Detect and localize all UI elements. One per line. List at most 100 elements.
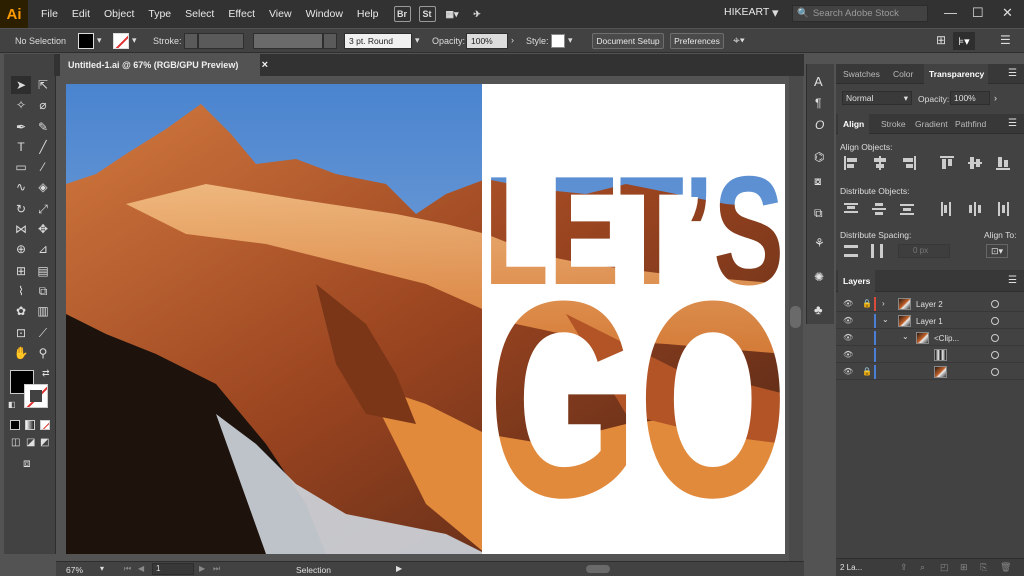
opacity-label[interactable]: Opacity: <box>432 36 465 46</box>
draw-behind-icon[interactable]: ◪ <box>26 437 35 448</box>
horizontal-scroll-thumb[interactable] <box>586 565 610 573</box>
layer-name[interactable]: Layer 2 <box>916 300 943 309</box>
appearance-panel-icon[interactable]: ⌬ <box>814 150 824 164</box>
last-artboard-icon[interactable]: ⏭ <box>213 564 220 574</box>
fill-swatch[interactable] <box>78 33 94 49</box>
vertical-scroll-thumb[interactable] <box>790 306 801 328</box>
menu-view[interactable]: View <box>262 8 299 20</box>
menu-effect[interactable]: Effect <box>221 8 262 20</box>
stroke-dropdown-icon[interactable]: ▾ <box>132 35 137 46</box>
align-left-edge-icon[interactable] <box>844 156 860 170</box>
arrange-icon[interactable]: ⊞ <box>936 33 946 47</box>
locate-object-icon[interactable]: ⌕ <box>920 562 925 573</box>
align-menu-icon[interactable]: ☰ <box>1008 118 1017 129</box>
artboards-panel-icon[interactable]: ⧉ <box>814 206 823 221</box>
tab-align[interactable]: Align <box>838 114 870 134</box>
artboard-tool-icon[interactable]: ⊡ <box>11 324 31 342</box>
visibility-eye-icon[interactable]: 👁 <box>843 316 853 325</box>
tab-layers[interactable]: Layers <box>838 270 876 292</box>
menu-type[interactable]: Type <box>141 8 178 20</box>
layer-name[interactable]: Layer 1 <box>916 317 943 326</box>
visibility-eye-icon[interactable]: 👁 <box>843 333 853 342</box>
width-tool-icon[interactable]: ⋈ <box>11 220 31 238</box>
tab-swatches[interactable]: Swatches <box>838 64 885 84</box>
distribute-bottom-icon[interactable] <box>900 202 916 216</box>
collect-export-icon[interactable]: ⇪ <box>900 562 908 573</box>
line-tool-icon[interactable]: ╱ <box>33 138 53 156</box>
stroke-weight-stepper[interactable] <box>184 33 198 49</box>
tab-gradient[interactable]: Gradient <box>910 114 953 134</box>
symbols-panel-icon[interactable]: ♣ <box>814 302 823 317</box>
target-circle-icon[interactable] <box>991 334 999 342</box>
delete-layer-icon[interactable]: 🗑 <box>1000 562 1011 573</box>
distribute-right-icon[interactable] <box>996 202 1012 216</box>
make-clipping-mask-icon[interactable]: ◰ <box>940 562 949 573</box>
menu-edit[interactable]: Edit <box>65 8 97 20</box>
stroke-weight-field[interactable] <box>198 33 244 49</box>
stroke-color-box[interactable] <box>24 384 48 408</box>
zoom-tool-icon[interactable]: ⚲ <box>33 344 53 362</box>
stock-button[interactable]: St <box>418 6 436 22</box>
brush-dropdown-icon[interactable]: ▾ <box>415 35 420 46</box>
profile-dropdown[interactable] <box>323 33 337 49</box>
document-setup-button[interactable]: Document Setup <box>592 33 664 49</box>
brushes-panel-icon[interactable]: ✺ <box>814 270 824 284</box>
style-swatch[interactable] <box>551 34 565 48</box>
tab-untitled-1[interactable]: Untitled-1.ai @ 67% (RGB/GPU Preview) × <box>60 54 268 76</box>
artboard[interactable]: LET’S GO <box>66 84 785 554</box>
minimize-icon[interactable]: — <box>944 5 957 20</box>
prev-artboard-icon[interactable]: ◀ <box>138 564 144 573</box>
mesh-tool-icon[interactable]: ⊞ <box>11 262 31 280</box>
fill-dropdown-icon[interactable]: ▾ <box>97 35 102 46</box>
shaper-tool-icon[interactable]: ∿ <box>11 178 31 196</box>
layer-row-image[interactable]: 👁 🔒 <box>836 364 1024 380</box>
column-graph-tool-icon[interactable]: ▥ <box>33 302 53 320</box>
none-mode-icon[interactable] <box>40 420 50 430</box>
align-horizontal-center-icon[interactable] <box>872 156 888 170</box>
magic-wand-tool-icon[interactable]: ✧ <box>11 96 31 114</box>
screen-mode-icon[interactable]: ⧈ <box>23 456 31 471</box>
menu-select[interactable]: Select <box>178 8 221 20</box>
new-sublayer-icon[interactable]: ⊞ <box>960 562 968 573</box>
tab-transparency[interactable]: Transparency <box>924 64 988 84</box>
panel-opacity-field[interactable]: 100% <box>950 91 990 105</box>
distribute-horizontal-space-icon[interactable] <box>870 244 886 258</box>
gpu-rocket-icon[interactable]: ✈ <box>469 6 486 22</box>
workspace-chevron-icon[interactable]: ▾ <box>772 5 779 21</box>
menu-file[interactable]: File <box>34 8 65 20</box>
bridge-button[interactable]: Br <box>393 6 411 22</box>
gradient-tool-icon[interactable]: ▤ <box>33 262 53 280</box>
swap-colors-icon[interactable]: ⇄ <box>42 368 50 379</box>
target-circle-icon[interactable] <box>991 317 999 325</box>
blend-mode-select[interactable]: Normal ▾ <box>842 91 912 105</box>
zoom-dropdown-icon[interactable]: ▾ <box>100 564 104 573</box>
align-bottom-edge-icon[interactable] <box>996 156 1012 170</box>
visibility-eye-icon[interactable]: 👁 <box>843 367 853 376</box>
close-tab-icon[interactable]: × <box>262 59 268 71</box>
tab-color[interactable]: Color <box>888 64 918 84</box>
character-panel-icon[interactable]: A <box>814 74 823 89</box>
layer-row-layer-2[interactable]: 👁 🔒 › Layer 2 <box>836 296 1024 312</box>
control-menu-icon[interactable]: ☰ <box>1000 33 1011 47</box>
status-menu-icon[interactable]: ▶ <box>396 564 402 573</box>
quick-actions-icon[interactable]: ⌖▾ <box>733 33 745 48</box>
distribute-horizontal-center-icon[interactable] <box>968 202 984 216</box>
shape-builder-tool-icon[interactable]: ⊕ <box>11 240 31 258</box>
pen-tool-icon[interactable]: ✒ <box>11 118 31 136</box>
style-dropdown-icon[interactable]: ▾ <box>568 35 573 46</box>
default-colors-icon[interactable]: ◧ <box>8 400 16 409</box>
layers-menu-icon[interactable]: ☰ <box>1008 275 1017 286</box>
distribute-vertical-center-icon[interactable] <box>872 202 888 216</box>
align-to-dropdown[interactable]: ⊡▾ <box>986 244 1008 258</box>
symbol-sprayer-tool-icon[interactable]: ✿ <box>11 302 31 320</box>
align-vertical-center-icon[interactable] <box>968 156 984 170</box>
layer-row-clip-group[interactable]: 👁 ⌄ <Clip... <box>836 330 1024 346</box>
slice-tool-icon[interactable]: ⟋ <box>33 324 53 342</box>
perspective-grid-tool-icon[interactable]: ⊿ <box>33 240 53 258</box>
variable-width-profile[interactable] <box>253 33 323 49</box>
layer-row-layer-1[interactable]: 👁 ⌄ Layer 1 <box>836 313 1024 329</box>
opacity-field[interactable]: 100% <box>466 33 508 49</box>
libraries-panel-icon[interactable]: ⚘ <box>814 236 825 250</box>
eyedropper-tool-icon[interactable]: ⌇ <box>11 282 31 300</box>
collapse-layer-icon[interactable]: ⌄ <box>882 315 889 324</box>
